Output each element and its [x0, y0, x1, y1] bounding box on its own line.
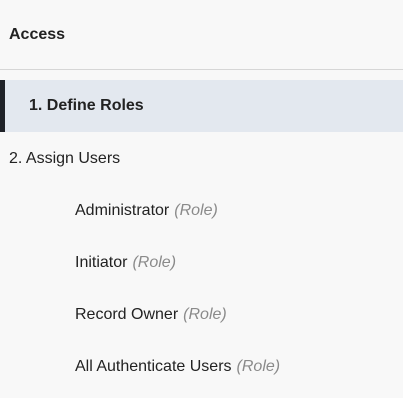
nav-role-initiator[interactable]: Initiator (Role)	[0, 237, 403, 289]
access-panel: Access 1. Define Roles 2. Assign Users A…	[0, 0, 403, 398]
role-tag: (Role)	[236, 358, 281, 375]
role-name: Initiator	[75, 254, 128, 271]
nav-step-define-roles[interactable]: 1. Define Roles	[0, 80, 403, 132]
nav-role-administrator[interactable]: Administrator (Role)	[0, 185, 403, 237]
role-name: Administrator	[75, 202, 170, 219]
panel-header: Access	[0, 0, 403, 70]
role-name: All Authenticate Users	[75, 358, 232, 375]
role-name: Record Owner	[75, 306, 179, 323]
nav-step-label: 1. Define Roles	[29, 97, 144, 114]
nav-step-label: 2. Assign Users	[9, 150, 121, 167]
access-nav: 1. Define Roles 2. Assign Users Administ…	[0, 80, 403, 393]
role-tag: (Role)	[174, 202, 218, 219]
nav-role-record-owner[interactable]: Record Owner (Role)	[0, 289, 403, 341]
role-tag: (Role)	[132, 254, 177, 271]
nav-step-assign-users[interactable]: 2. Assign Users	[0, 133, 403, 185]
role-tag: (Role)	[183, 306, 227, 323]
nav-role-all-authenticate-users[interactable]: All Authenticate Users (Role)	[0, 341, 403, 393]
panel-title: Access	[9, 25, 66, 43]
active-indicator	[0, 80, 5, 132]
